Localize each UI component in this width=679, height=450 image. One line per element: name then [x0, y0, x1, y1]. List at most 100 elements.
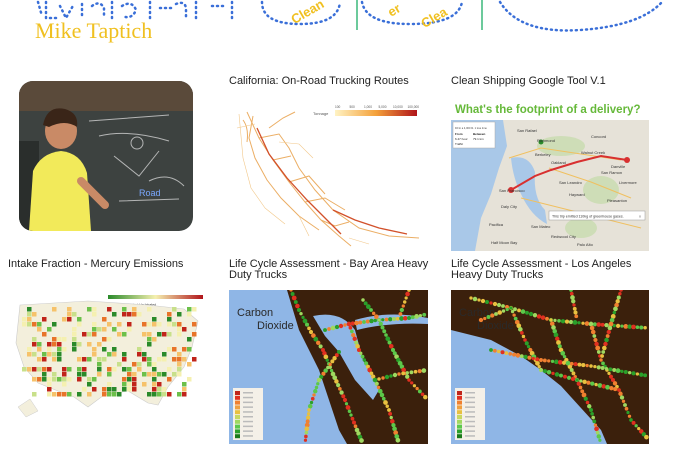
county-cell [67, 312, 72, 317]
project-title[interactable]: Life Cycle Assessment - Los Angeles Heav… [451, 259, 651, 281]
route-dot [505, 307, 509, 312]
project-title[interactable]: California: On-Road Trucking Routes [229, 76, 429, 87]
county-cell [112, 312, 117, 317]
los-angeles-co2-map[interactable]: Carbon Dioxide [451, 290, 649, 444]
county-cell [77, 342, 82, 347]
route-dot [352, 336, 357, 342]
route-dot [315, 340, 321, 346]
project-card-clean-shipping[interactable]: Clean Shipping Google Tool V.1 What's th… [451, 76, 651, 251]
county-cell [102, 387, 107, 392]
place-label: San Ramon [601, 170, 622, 175]
county-cell [52, 392, 57, 397]
county-cell [52, 307, 57, 312]
county-cell [72, 342, 77, 347]
county-cell [22, 317, 27, 322]
legend-line [243, 396, 253, 399]
legend-tick: 100,000 [408, 105, 420, 109]
clean-shipping-map[interactable]: What's the footprint of a delivery? Fill… [451, 98, 649, 251]
route-dot [615, 323, 621, 328]
project-card-lca-bay-area[interactable]: Life Cycle Assessment - Bay Area Heavy D… [229, 259, 429, 444]
california-map-image: 100 500 1,000 5,000 10,000 100,000 Tonnage [229, 98, 429, 251]
profile-photo-image: Road [19, 81, 193, 231]
route-dot [365, 319, 370, 324]
legend-line [243, 416, 253, 418]
legend-line [465, 425, 475, 428]
route-dot [496, 302, 502, 308]
route-dot [413, 369, 418, 374]
county-cell [167, 317, 172, 322]
route-dot [365, 304, 371, 310]
profile-photo[interactable]: Road [19, 81, 193, 231]
route-dot [592, 419, 597, 424]
county-cell [172, 357, 177, 362]
county-cell [107, 367, 112, 372]
county-cell [62, 317, 67, 322]
route-dot [639, 325, 644, 330]
route-dot [387, 408, 391, 412]
california-routes-map[interactable]: 100 500 1,000 5,000 10,000 100,000 Tonnage [229, 98, 429, 251]
route-dot [551, 371, 555, 375]
route-dot [405, 291, 410, 297]
project-card-lca-los-angeles[interactable]: Life Cycle Assessment - Los Angeles Heav… [451, 259, 651, 444]
route-dot [600, 354, 604, 358]
route-dot [415, 386, 419, 391]
legend-line [243, 411, 253, 413]
route-dot [595, 430, 600, 435]
county-cell [142, 357, 147, 362]
route-dot [629, 418, 633, 422]
traffic-toggle[interactable]: Traffic [455, 142, 464, 146]
site-title[interactable]: Mike Taptich [35, 18, 152, 44]
route-dot [423, 394, 428, 400]
project-card-california-trucking[interactable]: California: On-Road Trucking Routes 100 5… [229, 76, 429, 251]
county-cell [77, 392, 82, 397]
place-label: San Francisco [499, 188, 525, 193]
county-cell [132, 307, 137, 312]
county-cell [137, 347, 142, 352]
county-cell [112, 347, 117, 352]
mercury-emissions-map[interactable]: Mitigated Hg Inhaled [8, 287, 208, 419]
route-dot [519, 354, 524, 359]
county-cell [117, 362, 122, 367]
route-dot [579, 379, 583, 383]
route-dot [512, 313, 516, 317]
county-cell [42, 332, 47, 337]
project-card-intake-fraction[interactable]: Intake Fraction - Mercury Emissions Miti… [8, 259, 208, 419]
county-cell [27, 347, 32, 352]
route-dot [568, 319, 574, 325]
county-cell [77, 322, 82, 327]
county-cell [142, 382, 147, 387]
route-dot [402, 300, 407, 304]
county-cell [152, 362, 157, 367]
route-dot [583, 396, 588, 401]
route-dot [566, 375, 572, 380]
route-dot [508, 352, 513, 356]
route-dot [608, 321, 614, 327]
route-dot [316, 382, 320, 386]
route-dot [528, 311, 534, 317]
route-dot [501, 304, 505, 308]
project-title[interactable]: Clean Shipping Google Tool V.1 [451, 76, 651, 87]
county-cell [72, 327, 77, 332]
county-cell [27, 307, 32, 312]
legend-label: Tonnage [313, 111, 329, 116]
county-cell [142, 332, 147, 337]
route-dot [346, 321, 352, 327]
project-title[interactable]: Intake Fraction - Mercury Emissions [8, 259, 208, 270]
legend-swatch [235, 419, 240, 424]
legend-swatch [235, 400, 240, 405]
route-dot [571, 371, 576, 376]
legend-line [465, 416, 475, 418]
route-dot [517, 308, 521, 313]
county-cell [37, 322, 42, 327]
legend-tick: 500 [350, 105, 356, 109]
route-dot [371, 311, 376, 316]
route-dot [328, 362, 332, 367]
bay-area-co2-map[interactable]: Carbon Dioxide [229, 290, 428, 444]
close-icon[interactable]: x [639, 214, 641, 219]
project-title[interactable]: Life Cycle Assessment - Bay Area Heavy D… [229, 259, 429, 281]
route-dot [304, 434, 308, 439]
legend-swatch [457, 424, 462, 429]
county-cell [152, 387, 157, 392]
route-dot [401, 371, 406, 376]
county-cell [37, 342, 42, 347]
